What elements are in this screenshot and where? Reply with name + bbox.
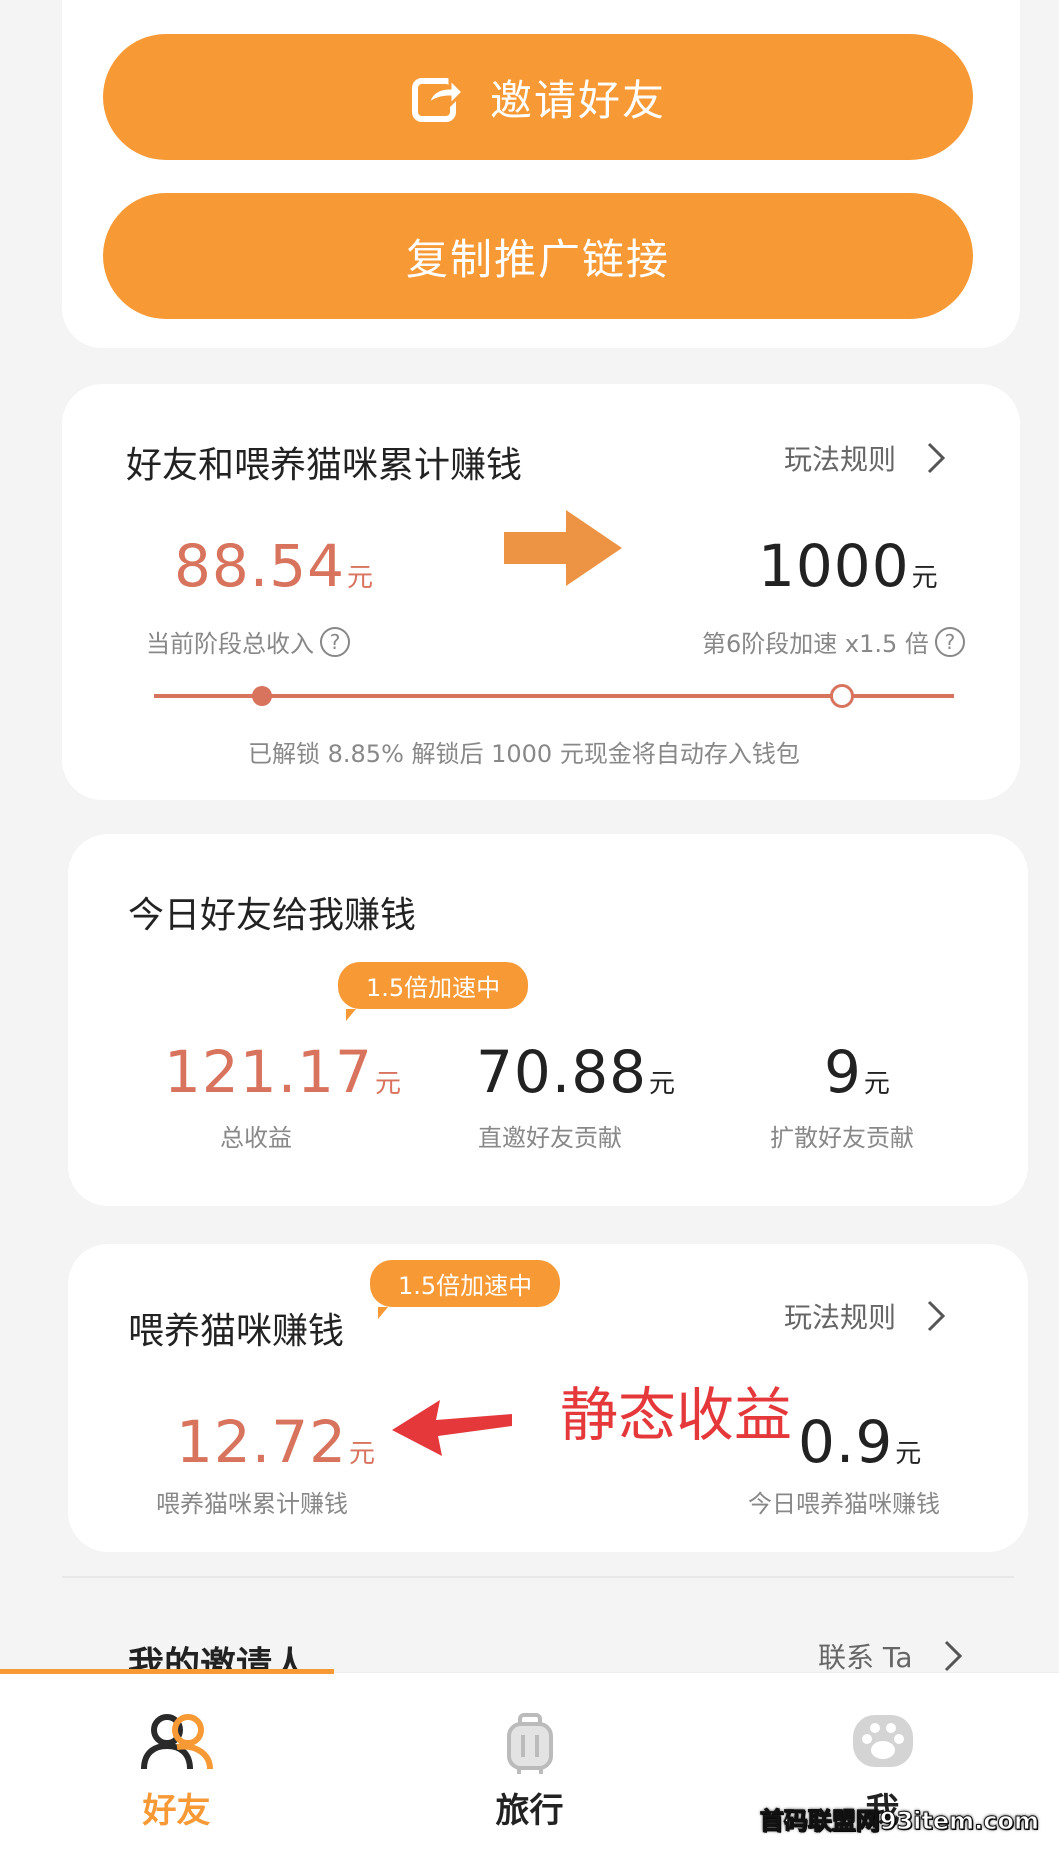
target-amount-unit: 元 [911,563,938,593]
nav-item-me[interactable]: 我 [706,1673,1059,1874]
direct-invite-caption: 直邀好友贡献 [478,1124,622,1152]
today-total-value: 121.17 [164,1038,373,1106]
boost-badge: 1.5倍加速中 [370,1260,561,1319]
contact-inviter-link[interactable]: 联系 Ta [818,1636,963,1676]
spread-caption: 扩散好友贡献 [770,1124,914,1152]
cat-today-value: 0.9 [798,1408,894,1476]
direct-invite-unit: 元 [649,1069,676,1099]
progress-text: 已解锁 8.85% 解锁后 1000 元现金将自动存入钱包 [248,740,800,768]
today-total-caption: 总收益 [220,1124,292,1152]
today-total-unit: 元 [374,1069,401,1099]
annotation-label: 静态收益 [560,1381,793,1449]
chevron-right-icon [927,1300,946,1332]
spread-value: 9 [824,1038,862,1106]
progress-dot [252,686,272,706]
current-income: 88.54元 [174,532,373,600]
rules-label: 玩法规则 [784,1301,897,1334]
spread-contribution: 9元 [824,1038,890,1106]
annotation-arrow-icon [392,1400,512,1456]
copy-link-button[interactable]: 复制推广链接 [103,193,973,319]
invite-friends-button[interactable]: 邀请好友 [103,34,973,160]
share-icon [411,75,466,122]
direct-invite-contribution: 70.88元 [476,1038,675,1106]
nav-label-friends: 好友 [142,1791,211,1831]
today-total: 121.17元 [164,1038,401,1106]
divider [62,1576,1014,1578]
direct-invite-value: 70.88 [476,1038,648,1106]
target-amount-value: 1000 [758,532,910,600]
target-caption: 第6阶段加速 x1.5 倍 ? [702,624,965,659]
target-caption-text: 第6阶段加速 x1.5 倍 [702,630,929,658]
luggage-icon [506,1713,553,1774]
invite-friends-label: 邀请好友 [489,75,666,125]
cat-total-earned: 12.72元 [176,1408,375,1476]
nav-item-travel[interactable]: 旅行 [353,1673,706,1874]
cat-total-unit: 元 [349,1439,376,1469]
watermark: 首码联盟网93item.com [759,1807,1039,1836]
boost-badge: 1.5倍加速中 [338,962,529,1021]
arrow-right-icon [504,510,622,586]
cat-today-earned: 0.9元 [798,1408,921,1476]
nav-item-friends[interactable]: 好友 [0,1673,353,1874]
rules-label: 玩法规则 [784,443,897,476]
current-income-caption: 当前阶段总收入 ? [146,624,350,659]
contact-label: 联系 Ta [818,1641,913,1674]
paw-icon [852,1715,913,1767]
cumulative-rules-link[interactable]: 玩法规则 [784,438,946,478]
friends-icon [140,1714,213,1770]
cat-today-unit: 元 [895,1439,922,1469]
cumulative-card: 好友和喂养猫咪累计赚钱 玩法规则 88.54元 当前阶段总收入 ? 1000元 … [62,384,1020,800]
help-icon[interactable]: ? [934,626,965,657]
cat-rules-link[interactable]: 玩法规则 [784,1296,946,1336]
spread-unit: 元 [863,1069,890,1099]
progress-target-dot [830,684,854,708]
nav-label-travel: 旅行 [495,1791,564,1831]
cumulative-title: 好友和喂养猫咪累计赚钱 [126,445,523,486]
cat-total-caption: 喂养猫咪累计赚钱 [156,1490,348,1518]
cat-today-caption: 今日喂养猫咪赚钱 [748,1490,940,1518]
help-icon[interactable]: ? [320,626,350,657]
target-amount: 1000元 [758,532,938,600]
copy-link-label: 复制推广链接 [405,234,670,284]
cat-total-value: 12.72 [176,1408,348,1476]
chevron-right-icon [944,1640,962,1672]
bottom-nav: 好友 旅行 我 首码联盟网93item.com [0,1669,1059,1874]
current-caption-text: 当前阶段总收入 [146,630,314,658]
current-income-value: 88.54 [174,532,346,600]
chevron-right-icon [927,442,946,474]
cat-feeding-card: 喂养猫咪赚钱 1.5倍加速中 玩法规则 12.72元 喂养猫咪累计赚钱 静态收益… [68,1244,1028,1552]
cat-feeding-title: 喂养猫咪赚钱 [128,1311,345,1352]
current-income-unit: 元 [347,563,374,593]
today-friends-title: 今日好友给我赚钱 [128,895,417,936]
today-friends-card: 今日好友给我赚钱 1.5倍加速中 121.17元 总收益 70.88元 直邀好友… [68,834,1028,1206]
